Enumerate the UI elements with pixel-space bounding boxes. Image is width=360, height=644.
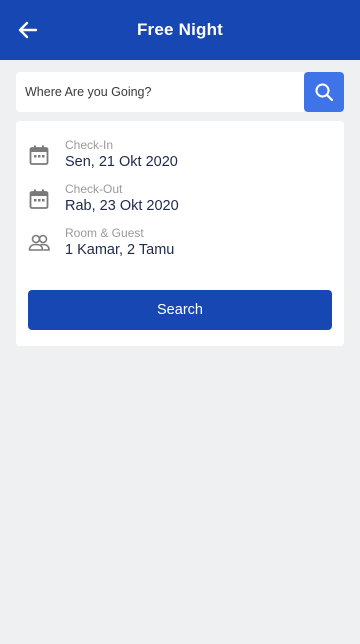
arrow-left-icon [18, 21, 38, 39]
search-bar [16, 72, 344, 112]
people-icon [28, 234, 50, 251]
search-submit-button[interactable]: Search [28, 290, 332, 330]
search-input[interactable] [16, 72, 304, 112]
search-icon [315, 83, 334, 102]
back-button[interactable] [16, 18, 40, 42]
check-out-field[interactable]: Check-Out Rab, 23 Okt 2020 [28, 182, 328, 222]
room-guest-value: 1 Kamar, 2 Tamu [65, 242, 175, 258]
check-in-field[interactable]: Check-In Sen, 21 Okt 2020 [28, 138, 328, 178]
room-guest-label: Room & Guest [65, 226, 144, 240]
check-in-value: Sen, 21 Okt 2020 [65, 154, 178, 170]
check-in-label: Check-In [65, 138, 114, 152]
calendar-icon [29, 145, 49, 165]
check-out-label: Check-Out [65, 182, 123, 196]
booking-card: Check-In Sen, 21 Okt 2020 Check-Out Rab,… [16, 121, 344, 346]
check-out-value: Rab, 23 Okt 2020 [65, 198, 179, 214]
page-title: Free Night [136, 20, 224, 39]
app-bar: Free Night [0, 0, 360, 60]
calendar-icon [29, 189, 49, 209]
room-guest-field[interactable]: Room & Guest 1 Kamar, 2 Tamu [28, 226, 328, 266]
search-button[interactable] [304, 72, 344, 112]
